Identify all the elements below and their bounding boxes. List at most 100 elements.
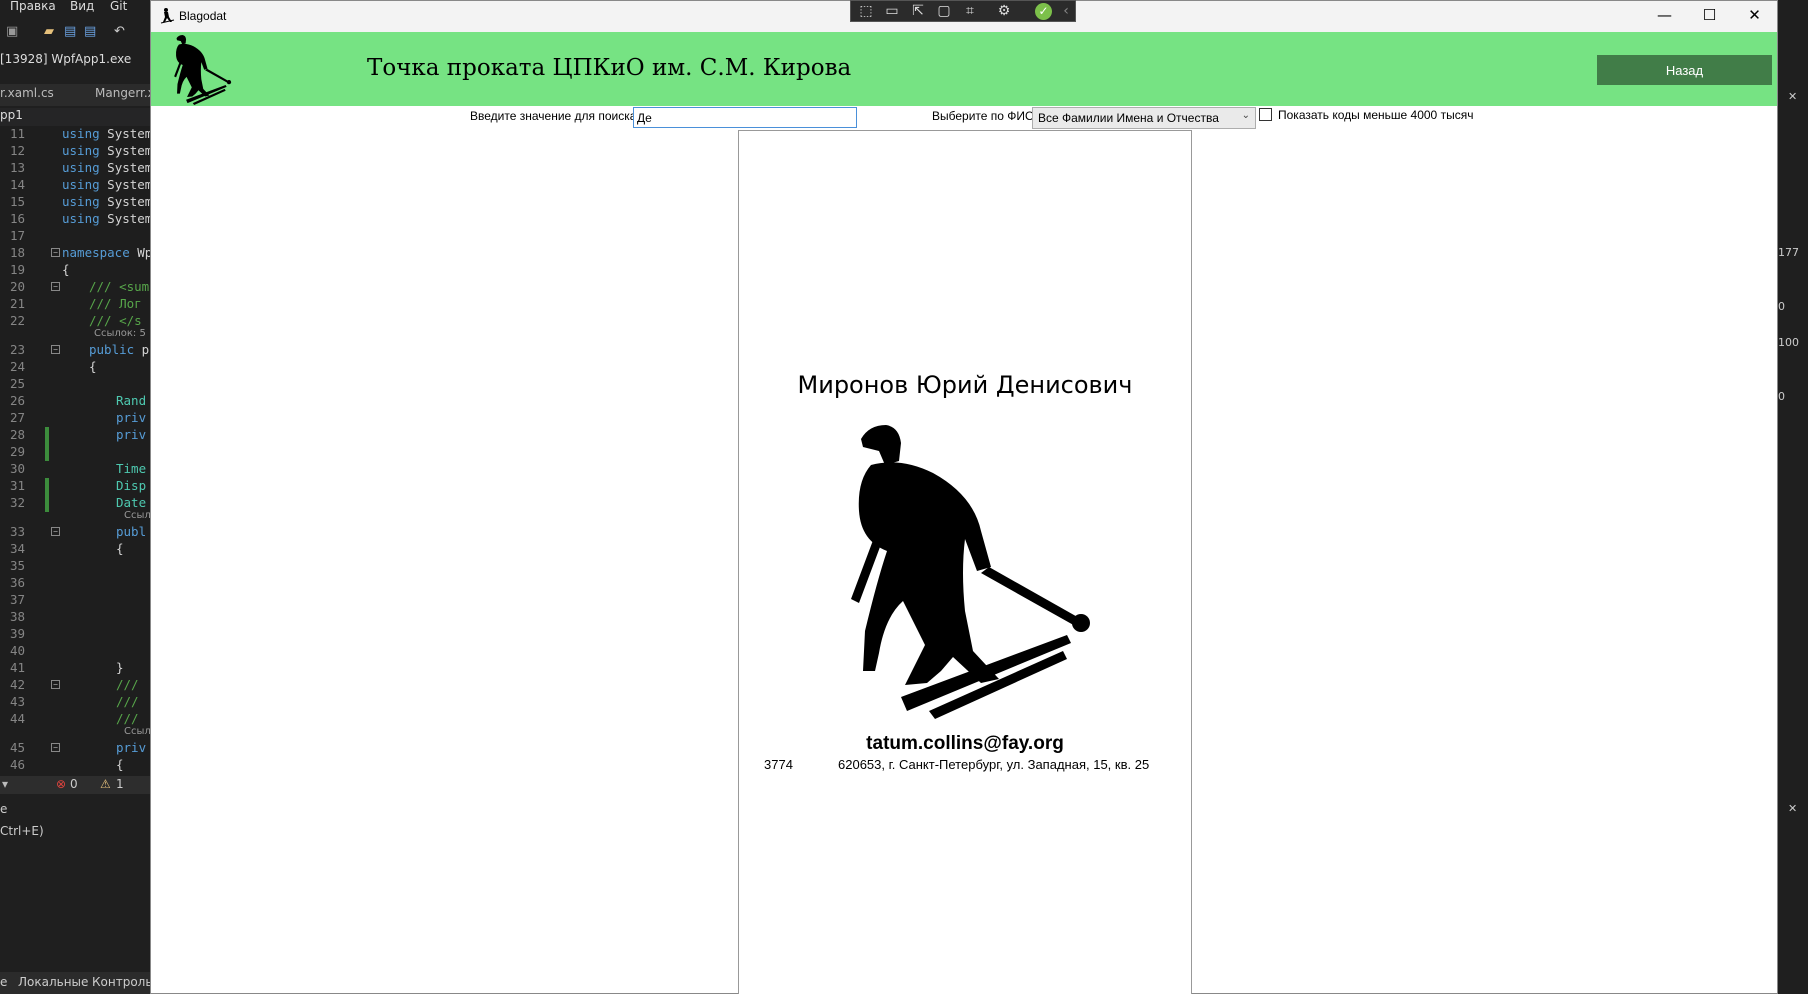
code-line[interactable]: 41}	[0, 660, 150, 677]
code-text: ///	[116, 711, 139, 726]
code-line[interactable]: 25	[0, 376, 150, 393]
fold-toggle-icon[interactable]: −	[51, 345, 60, 354]
minimize-button[interactable]: —	[1642, 1, 1687, 32]
code-text: publ	[116, 524, 147, 539]
tab-mangerr[interactable]: Mangerr.x	[95, 86, 155, 100]
hot-reload-icon[interactable]: ⚙	[993, 2, 1015, 20]
clients-list[interactable]: Миронов Юрий Денисович tatum.collins@fay…	[738, 130, 1192, 994]
code-line[interactable]: 35	[0, 558, 150, 575]
collapse-icon[interactable]: ‹	[1055, 2, 1077, 20]
right-value-2: 100	[1778, 336, 1799, 349]
line-number: 17	[9, 228, 25, 243]
client-card[interactable]: Миронов Юрий Денисович tatum.collins@fay…	[739, 131, 1191, 994]
line-number: 41	[9, 660, 25, 675]
code-text: Date	[116, 495, 147, 510]
pointer-icon[interactable]: ⇱	[907, 2, 929, 20]
warning-icon: ⚠	[100, 777, 111, 791]
open-folder-icon[interactable]: ▰	[44, 24, 54, 39]
code-line[interactable]: 24 {	[0, 359, 150, 376]
menu-git[interactable]: Git	[110, 0, 127, 13]
menu-edit[interactable]: Правка	[10, 0, 56, 13]
code-line[interactable]: 30 Time	[0, 461, 150, 478]
codes-filter-label[interactable]: Показать коды меньше 4000 тысяч	[1278, 108, 1473, 122]
code-line[interactable]: 42 − ///	[0, 677, 150, 694]
code-line[interactable]: 13 using System	[0, 160, 152, 177]
code-line[interactable]: 28 priv	[0, 427, 150, 444]
project-selector[interactable]: pp1	[0, 108, 150, 126]
code-line[interactable]: 34 {	[0, 541, 150, 558]
close-button[interactable]: ✕	[1732, 1, 1777, 32]
maximize-button[interactable]: ☐	[1687, 1, 1732, 32]
undo-icon[interactable]: ↶	[114, 24, 125, 39]
code-line[interactable]: 12 using System	[0, 143, 152, 160]
code-line[interactable]: 26 Rand	[0, 393, 150, 410]
bottom-tab-watch[interactable]: Контроль	[92, 975, 152, 989]
code-line[interactable]: 37	[0, 592, 150, 609]
code-text: ///	[116, 677, 139, 692]
adorner-icon[interactable]: ⌗	[959, 2, 981, 20]
code-line[interactable]: 17	[0, 228, 150, 245]
code-line[interactable]: 20 − /// <sum	[0, 279, 150, 296]
error-icon: ⊗	[56, 777, 67, 791]
status-dropdown-icon[interactable]: ▾	[2, 777, 8, 791]
search-input[interactable]	[633, 107, 857, 128]
code-line[interactable]: 29	[0, 444, 150, 461]
bottom-tab-0[interactable]: е	[0, 975, 7, 989]
code-line[interactable]: 15 using System	[0, 194, 152, 211]
code-line[interactable]: 45 − priv	[0, 740, 150, 757]
line-number: 30	[9, 461, 25, 476]
code-text: namespace Wp	[62, 245, 153, 260]
process-selector[interactable]: [13928] WpfApp1.exe	[0, 52, 131, 68]
code-line[interactable]: 43 ///	[0, 694, 150, 711]
code-line[interactable]: 33 − publ	[0, 524, 150, 541]
code-line[interactable]: 11 using System	[0, 126, 152, 143]
line-number: 19	[9, 262, 25, 277]
ide-bottom-tabs: е Локальные Контроль	[0, 972, 152, 994]
fold-toggle-icon[interactable]: −	[51, 248, 60, 257]
code-line[interactable]: 39	[0, 626, 150, 643]
line-number: 20	[9, 279, 25, 294]
code-line[interactable]: 23 − public p	[0, 342, 150, 359]
code-line[interactable]: 21 /// Лог	[0, 296, 150, 313]
code-line[interactable]: 14 using System	[0, 177, 152, 194]
line-number: 31	[9, 478, 25, 493]
check-icon[interactable]: ✓	[1035, 3, 1052, 20]
code-editor[interactable]: 11 using System 12 using System 13 using Syst…	[0, 126, 153, 776]
client-photo-skier-icon	[851, 425, 1090, 719]
codes-filter-checkbox[interactable]	[1259, 108, 1272, 121]
code-line[interactable]: 46 {	[0, 757, 150, 774]
chevron-down-icon: ⌄	[1241, 110, 1250, 121]
line-number: 13	[9, 160, 25, 175]
code-text: ///	[116, 694, 139, 709]
menu-view[interactable]: Вид	[70, 0, 94, 13]
frame-icon[interactable]: ▢	[933, 2, 955, 20]
right-close-icon[interactable]: ✕	[1788, 90, 1797, 103]
fold-toggle-icon[interactable]: −	[51, 743, 60, 752]
code-line[interactable]: 40	[0, 643, 150, 660]
video-icon[interactable]: ▭	[881, 2, 903, 20]
code-line[interactable]: 36	[0, 575, 150, 592]
fold-toggle-icon[interactable]: −	[51, 282, 60, 291]
search-label: Введите значение для поиска	[470, 109, 637, 123]
code-line[interactable]: 38	[0, 609, 150, 626]
ide-tabs: r.xaml.cs Mangerr.x	[0, 84, 155, 106]
line-number: 12	[9, 143, 25, 158]
bottom-tab-locals[interactable]: Локальные	[18, 975, 88, 989]
code-text: Rand	[116, 393, 147, 408]
toolbar-new-icon[interactable]: ▣	[6, 24, 18, 39]
line-number: 16	[9, 211, 25, 226]
code-line[interactable]: 19 {	[0, 262, 150, 279]
fold-toggle-icon[interactable]: −	[51, 527, 60, 536]
save-icon[interactable]: ▤	[64, 24, 76, 39]
fold-toggle-icon[interactable]: −	[51, 680, 60, 689]
code-line[interactable]: 31 Disp	[0, 478, 150, 495]
code-line[interactable]: 18 − namespace Wp	[0, 245, 153, 262]
code-line[interactable]: 27 priv	[0, 410, 150, 427]
right-close-icon-2[interactable]: ✕	[1788, 802, 1797, 815]
tab-xaml-cs[interactable]: r.xaml.cs	[0, 86, 54, 100]
fio-dropdown[interactable]: Все Фамилии Имена и Отчества ⌄	[1032, 107, 1256, 129]
select-element-icon[interactable]: ⬚	[855, 2, 877, 20]
back-button[interactable]: Назад	[1597, 55, 1772, 85]
code-line[interactable]: 16 using System	[0, 211, 152, 228]
save-all-icon[interactable]: ▤	[84, 24, 96, 39]
